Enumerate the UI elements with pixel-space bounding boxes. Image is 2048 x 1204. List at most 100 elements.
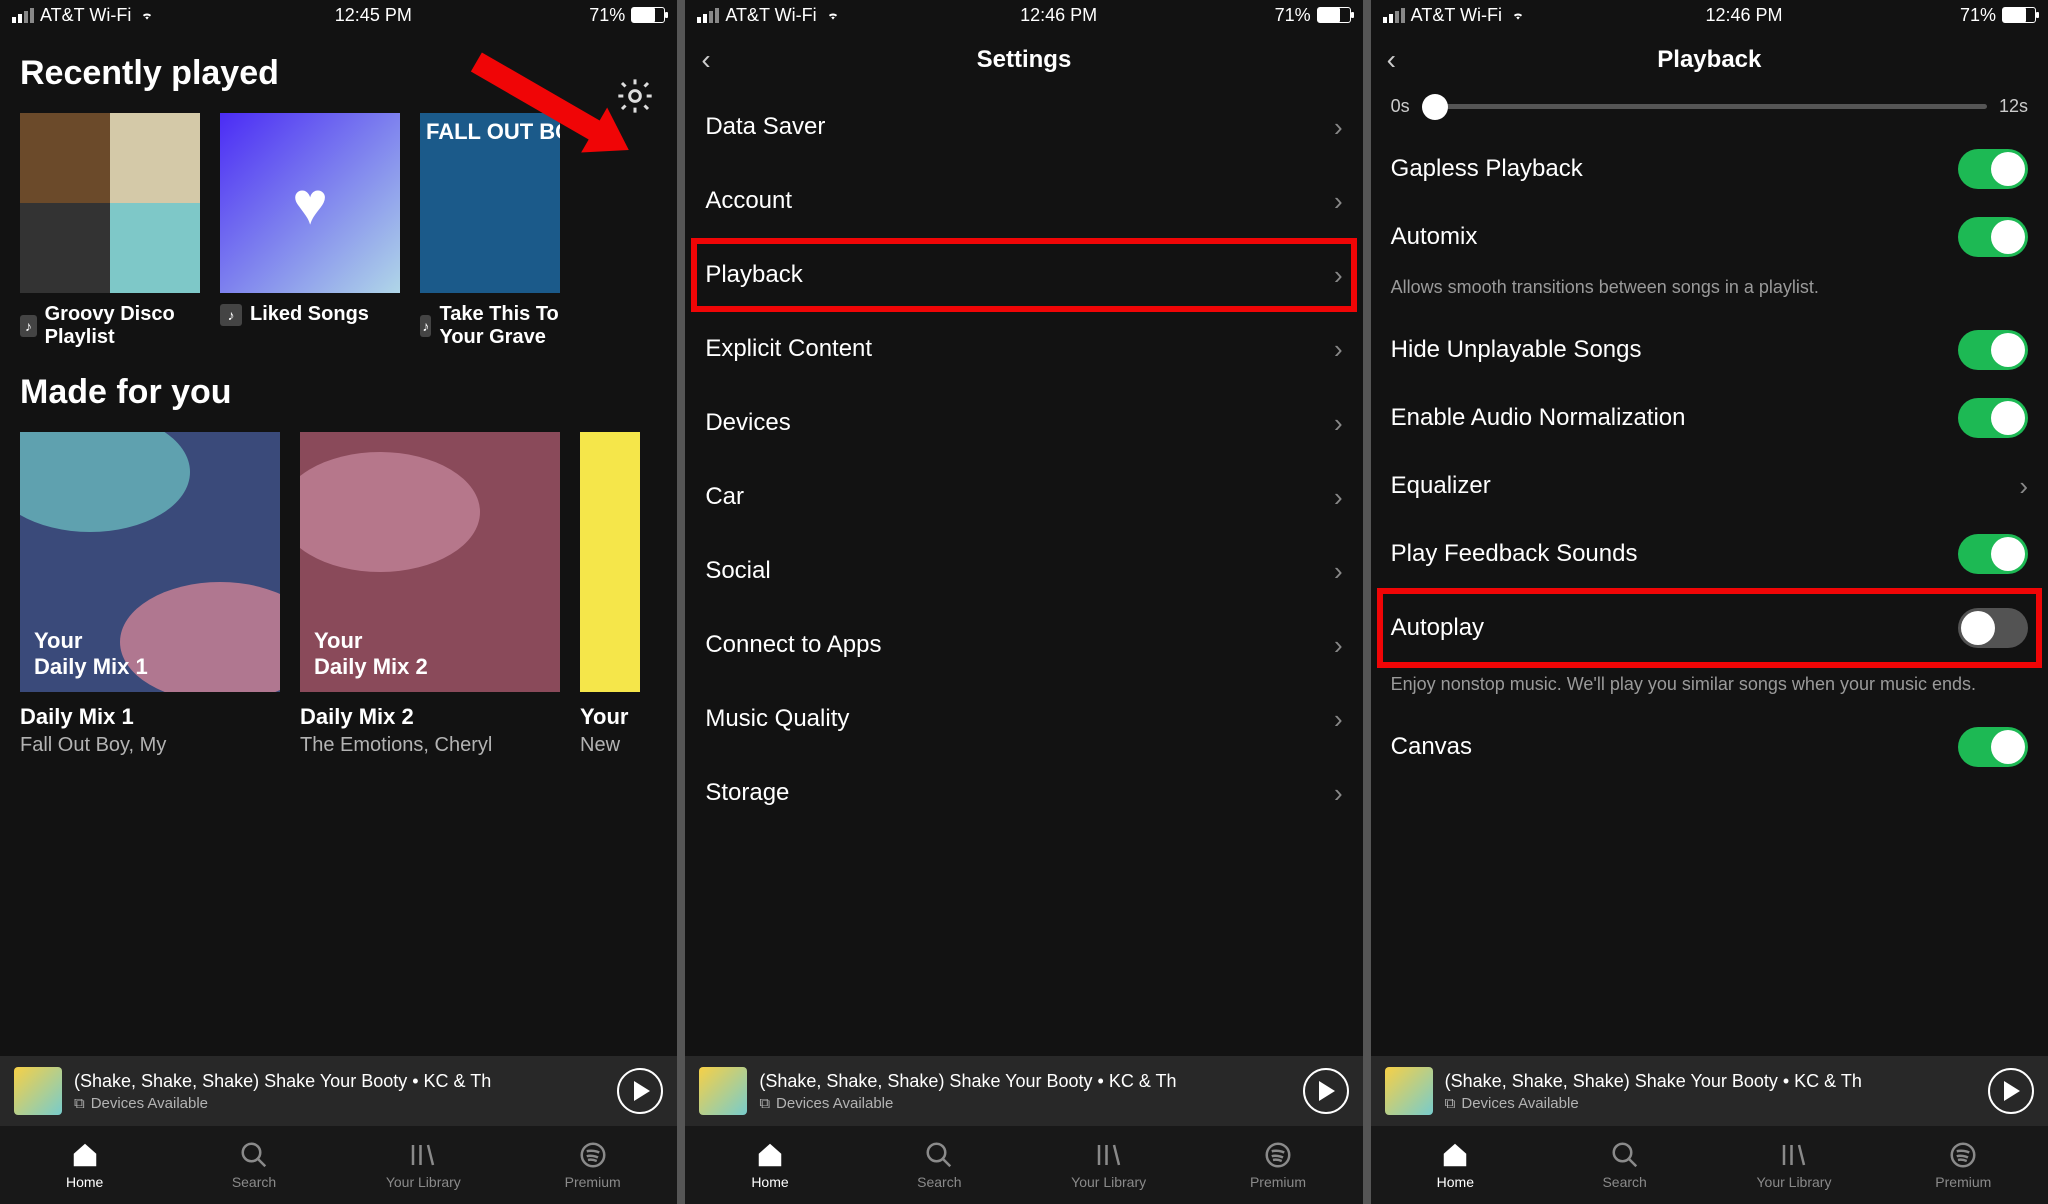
- signal-icon: [12, 8, 34, 23]
- daily-mix-tile[interactable]: Your Daily Mix 1 Daily Mix 1 Fall Out Bo…: [20, 432, 280, 757]
- now-playing-bar[interactable]: (Shake, Shake, Shake) Shake Your Booty •…: [1371, 1056, 2048, 1126]
- settings-row-explicit-content[interactable]: Explicit Content›: [705, 312, 1342, 386]
- setting-hide-unplayable-songs[interactable]: Hide Unplayable Songs: [1391, 316, 2028, 384]
- toggle-switch[interactable]: [1958, 149, 2028, 189]
- toggle-switch[interactable]: [1958, 217, 2028, 257]
- setting-autoplay[interactable]: Autoplay: [1391, 594, 2028, 662]
- phone-playback: AT&T Wi-Fi 12:46 PM 71% ‹ Playback 0s 12…: [1371, 0, 2048, 1204]
- track-title: (Shake, Shake, Shake) Shake Your Booty •…: [74, 1071, 605, 1092]
- settings-row-devices[interactable]: Devices›: [705, 386, 1342, 460]
- phone-home: AT&T Wi-Fi 12:45 PM 71% Recently played …: [0, 0, 677, 1204]
- tab-library[interactable]: Your Library: [339, 1126, 508, 1204]
- tab-premium[interactable]: Premium: [508, 1126, 677, 1204]
- daily-mix-tile[interactable]: D Your New: [580, 432, 640, 757]
- heart-icon: ♥: [292, 169, 328, 238]
- tab-search[interactable]: Search: [855, 1126, 1024, 1204]
- tab-home[interactable]: Home: [685, 1126, 854, 1204]
- track-art: [14, 1067, 62, 1115]
- playlist-icon: ♪: [420, 315, 431, 337]
- carrier-label: AT&T Wi-Fi: [40, 5, 131, 26]
- setting-canvas[interactable]: Canvas: [1391, 713, 2028, 781]
- settings-row-car[interactable]: Car›: [705, 460, 1342, 534]
- settings-row-account[interactable]: Account›: [705, 164, 1342, 238]
- wifi-icon: [137, 8, 157, 22]
- playlist-icon: ♪: [20, 315, 37, 337]
- tab-bar: Home Search Your Library Premium: [685, 1126, 1362, 1204]
- settings-row-playback[interactable]: Playback›: [691, 238, 1356, 312]
- playback-settings: 0s 12s Gapless PlaybackAutomixAllows smo…: [1371, 90, 2048, 1056]
- crossfade-slider[interactable]: [1422, 104, 1987, 109]
- back-button[interactable]: ‹: [701, 44, 710, 76]
- play-button[interactable]: [1988, 1068, 2034, 1114]
- devices-icon: ⧉: [1445, 1095, 1456, 1112]
- chevron-right-icon: ›: [1334, 408, 1343, 439]
- setting-equalizer[interactable]: Equalizer›: [1391, 452, 2028, 520]
- tab-premium[interactable]: Premium: [1879, 1126, 2048, 1204]
- setting-gapless-playback[interactable]: Gapless Playback: [1391, 135, 2028, 203]
- wifi-icon: [823, 8, 843, 22]
- header: ‹ Playback: [1371, 30, 2048, 90]
- chevron-right-icon: ›: [1334, 334, 1343, 365]
- chevron-right-icon: ›: [1334, 112, 1343, 143]
- section-title-made: Made for you: [20, 373, 657, 412]
- toggle-switch[interactable]: [1958, 727, 2028, 767]
- chevron-right-icon: ›: [1334, 630, 1343, 661]
- tab-search[interactable]: Search: [1540, 1126, 1709, 1204]
- tab-library[interactable]: Your Library: [1024, 1126, 1193, 1204]
- header: ‹ Settings: [685, 30, 1362, 90]
- battery-pct: 71%: [589, 5, 625, 26]
- chevron-right-icon: ›: [1334, 556, 1343, 587]
- tab-library[interactable]: Your Library: [1709, 1126, 1878, 1204]
- track-art: [699, 1067, 747, 1115]
- battery-icon: [631, 7, 665, 23]
- settings-row-storage[interactable]: Storage›: [705, 756, 1342, 830]
- tab-search[interactable]: Search: [169, 1126, 338, 1204]
- status-bar: AT&T Wi-Fi 12:46 PM 71%: [1371, 0, 2048, 30]
- album-tile[interactable]: FALL OUT BOY ♪Take This To Your Grave: [420, 113, 560, 349]
- now-playing-bar[interactable]: (Shake, Shake, Shake) Shake Your Booty •…: [0, 1056, 677, 1126]
- liked-songs-tile[interactable]: ♥ ♪Liked Songs: [220, 113, 400, 349]
- settings-row-social[interactable]: Social›: [705, 534, 1342, 608]
- toggle-switch[interactable]: [1958, 534, 2028, 574]
- clock: 12:46 PM: [1020, 5, 1097, 26]
- clock: 12:45 PM: [335, 5, 412, 26]
- toggle-switch[interactable]: [1958, 608, 2028, 648]
- settings-row-connect-to-apps[interactable]: Connect to Apps›: [705, 608, 1342, 682]
- devices-icon: ⧉: [759, 1095, 770, 1112]
- tab-home[interactable]: Home: [1371, 1126, 1540, 1204]
- tab-premium[interactable]: Premium: [1193, 1126, 1362, 1204]
- setting-automix[interactable]: Automix: [1391, 203, 2028, 271]
- status-bar: AT&T Wi-Fi 12:45 PM 71%: [0, 0, 677, 30]
- settings-list: Data Saver›Account›Playback›Explicit Con…: [685, 90, 1362, 1056]
- battery-icon: [2002, 7, 2036, 23]
- signal-icon: [1383, 8, 1405, 23]
- toggle-switch[interactable]: [1958, 330, 2028, 370]
- made-for-you-row: Your Daily Mix 1 Daily Mix 1 Fall Out Bo…: [20, 432, 657, 757]
- settings-row-music-quality[interactable]: Music Quality›: [705, 682, 1342, 756]
- chevron-right-icon: ›: [2019, 471, 2028, 502]
- setting-play-feedback-sounds[interactable]: Play Feedback Sounds: [1391, 520, 2028, 588]
- play-button[interactable]: [617, 1068, 663, 1114]
- chevron-right-icon: ›: [1334, 260, 1343, 291]
- page-title: Settings: [977, 46, 1072, 74]
- chevron-right-icon: ›: [1334, 482, 1343, 513]
- playlist-icon: ♪: [220, 304, 242, 326]
- gear-icon[interactable]: [615, 76, 655, 116]
- slider-min: 0s: [1391, 96, 1410, 117]
- chevron-right-icon: ›: [1334, 704, 1343, 735]
- toggle-switch[interactable]: [1958, 398, 2028, 438]
- daily-mix-tile[interactable]: Your Daily Mix 2 Daily Mix 2 The Emotion…: [300, 432, 560, 757]
- clock: 12:46 PM: [1705, 5, 1782, 26]
- status-bar: AT&T Wi-Fi 12:46 PM 71%: [685, 0, 1362, 30]
- now-playing-bar[interactable]: (Shake, Shake, Shake) Shake Your Booty •…: [685, 1056, 1362, 1126]
- phone-settings: AT&T Wi-Fi 12:46 PM 71% ‹ Settings Data …: [685, 0, 1362, 1204]
- play-button[interactable]: [1303, 1068, 1349, 1114]
- signal-icon: [697, 8, 719, 23]
- back-button[interactable]: ‹: [1387, 44, 1396, 76]
- setting-description: Enjoy nonstop music. We'll play you simi…: [1391, 672, 2028, 697]
- setting-enable-audio-normalization[interactable]: Enable Audio Normalization: [1391, 384, 2028, 452]
- playlist-tile[interactable]: ♪Groovy Disco Playlist: [20, 113, 200, 349]
- tab-home[interactable]: Home: [0, 1126, 169, 1204]
- settings-row-data-saver[interactable]: Data Saver›: [705, 90, 1342, 164]
- slider-max: 12s: [1999, 96, 2028, 117]
